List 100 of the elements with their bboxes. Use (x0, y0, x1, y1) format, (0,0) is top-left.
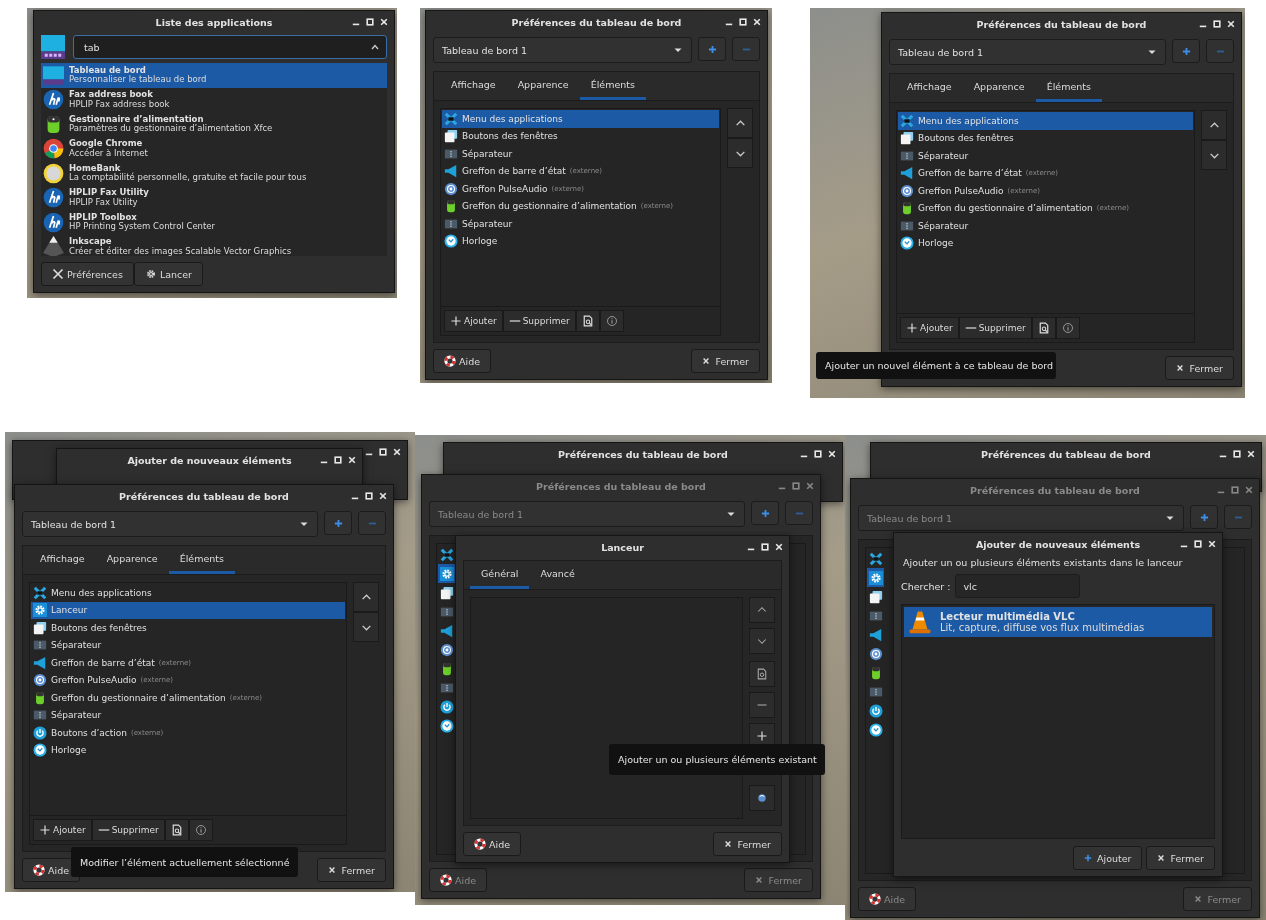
tab[interactable]: Affichage (29, 546, 96, 574)
panel-dropdown[interactable]: Tableau de bord 1 (858, 505, 1184, 531)
app-row[interactable]: HPLIP Fax Utility HPLIP Fax Utility (41, 185, 387, 210)
tab[interactable]: Apparence (962, 74, 1036, 102)
list-item[interactable] (438, 564, 455, 583)
help-button[interactable]: Aide (433, 349, 491, 373)
panel-dropdown[interactable]: Tableau de bord 1 (889, 39, 1166, 65)
info-button[interactable] (1055, 317, 1080, 339)
preferences-button[interactable]: Préférences (41, 262, 134, 286)
add-panel-button[interactable] (698, 37, 726, 61)
list-item[interactable]: Boutons des fenêtres (31, 619, 345, 637)
side-button[interactable] (749, 628, 775, 654)
side-button[interactable] (749, 785, 775, 811)
remove-button[interactable]: Supprimer (958, 317, 1032, 339)
list-item[interactable] (867, 568, 884, 587)
add-panel-button[interactable] (324, 511, 352, 535)
list-item[interactable]: Séparateur (442, 145, 719, 163)
app-row[interactable]: Tableau de bord Personnaliser le tableau de bord (41, 63, 387, 88)
move-down-button[interactable] (353, 612, 379, 642)
side-button[interactable] (749, 661, 775, 687)
list-item[interactable]: Menu des applications (31, 584, 345, 602)
edit-button[interactable] (1031, 317, 1056, 339)
remove-button[interactable]: Supprimer (91, 819, 165, 841)
app-row[interactable]: Gestionnaire d’alimentation Paramètres du gestionnaire d’alimentation Xfce (41, 112, 387, 137)
item-label: Horloge (918, 238, 954, 249)
move-up-button[interactable] (1201, 110, 1227, 140)
list-item[interactable]: Menu des applications (898, 112, 1193, 130)
list-item[interactable]: Lanceur (31, 601, 345, 619)
tab[interactable]: Éléments (1035, 74, 1102, 102)
help-button[interactable]: Aide (429, 868, 487, 892)
move-up-button[interactable] (727, 108, 753, 138)
tab[interactable]: Avancé (529, 561, 586, 589)
side-button[interactable] (749, 692, 775, 718)
add-button[interactable]: Ajouter (1073, 846, 1143, 870)
app-row[interactable]: Inkscape Créer et éditer des images Scalable Vector Graphics (41, 234, 387, 256)
panel-dropdown[interactable]: Tableau de bord 1 (429, 501, 745, 527)
app-row[interactable]: HomeBank La comptabilité personnelle, gratuite et facile pour tous (41, 161, 387, 186)
remove-button[interactable]: Supprimer (502, 310, 576, 332)
search-field[interactable]: vlc (955, 574, 1081, 598)
search-field[interactable]: tab (73, 35, 387, 59)
edit-button[interactable] (164, 819, 189, 841)
list-item[interactable]: Horloge (442, 232, 719, 250)
close-button[interactable]: Fermer (1183, 887, 1252, 911)
power-icon (33, 725, 47, 740)
add-button[interactable]: Ajouter (900, 317, 959, 339)
list-item[interactable]: Menu des applications (442, 110, 719, 128)
close-icon (1176, 364, 1185, 372)
help-button[interactable]: Aide (858, 887, 916, 911)
list-item[interactable]: Horloge (31, 741, 345, 759)
item-label: Greffon de barre d’état (918, 168, 1022, 179)
list-item[interactable]: Boutons des fenêtres (898, 129, 1193, 147)
result-row[interactable]: Lecteur multimédia VLC Lit, capture, diffuse vos flux multimédias (904, 607, 1212, 637)
launch-button[interactable]: Lancer (133, 262, 203, 286)
side-button[interactable] (749, 597, 775, 623)
app-row[interactable]: Google Chrome Accéder à Internet (41, 136, 387, 161)
list-item[interactable]: Séparateur (31, 706, 345, 724)
close-button[interactable]: Fermer (1146, 846, 1215, 870)
move-up-button[interactable] (353, 582, 379, 612)
battery-icon (33, 690, 47, 705)
tab[interactable]: Éléments (168, 546, 235, 574)
add-button[interactable]: Ajouter (33, 819, 92, 841)
tab[interactable]: Éléments (579, 72, 646, 100)
item-label: Séparateur (918, 220, 969, 231)
panel-dropdown[interactable]: Tableau de bord 1 (433, 37, 692, 63)
add-panel-button[interactable] (1190, 505, 1218, 529)
info-button[interactable] (188, 819, 213, 841)
move-down-button[interactable] (1201, 140, 1227, 170)
list-item[interactable]: Séparateur (31, 636, 345, 654)
app-description: HP Printing System Control Center (69, 222, 216, 232)
help-button[interactable]: Aide (463, 832, 521, 856)
panel-dropdown[interactable]: Tableau de bord 1 (22, 511, 318, 537)
close-button[interactable]: Fermer (317, 858, 386, 882)
list-item[interactable]: Séparateur (898, 217, 1193, 235)
app-row[interactable]: HPLIP Toolbox HP Printing System Control Center (41, 210, 387, 235)
app-description: Lit, capture, diffuse vos flux multimédias (940, 622, 1145, 633)
close-button[interactable]: Fermer (713, 832, 782, 856)
window-title: Lanceur (601, 541, 644, 553)
close-button[interactable]: Fermer (744, 868, 813, 892)
close-button[interactable]: Fermer (691, 349, 760, 373)
tab[interactable]: Apparence (95, 546, 169, 574)
add-button[interactable]: Ajouter (444, 310, 503, 332)
list-item[interactable]: Horloge (898, 234, 1193, 252)
edit-button[interactable] (575, 310, 600, 332)
item-label: Greffon du gestionnaire d’alimentation (918, 203, 1093, 214)
info-button[interactable] (599, 310, 624, 332)
add-panel-button[interactable] (1172, 39, 1200, 63)
plus-icon (333, 518, 343, 528)
list-item[interactable]: Séparateur (442, 215, 719, 233)
tab[interactable]: Apparence (506, 72, 580, 100)
tab[interactable]: Affichage (896, 74, 963, 102)
app-row[interactable]: Fax address book HPLIP Fax address book (41, 87, 387, 112)
tab[interactable]: Général (470, 561, 530, 589)
chevron-up-icon[interactable] (370, 42, 380, 52)
list-item[interactable]: Boutons des fenêtres (442, 127, 719, 145)
add-panel-button[interactable] (751, 501, 779, 525)
tab[interactable]: Affichage (440, 72, 507, 100)
list-item[interactable]: Séparateur (898, 147, 1193, 165)
close-button[interactable]: Fermer (1165, 356, 1234, 380)
move-down-button[interactable] (727, 138, 753, 168)
x-shape-icon (444, 111, 458, 126)
